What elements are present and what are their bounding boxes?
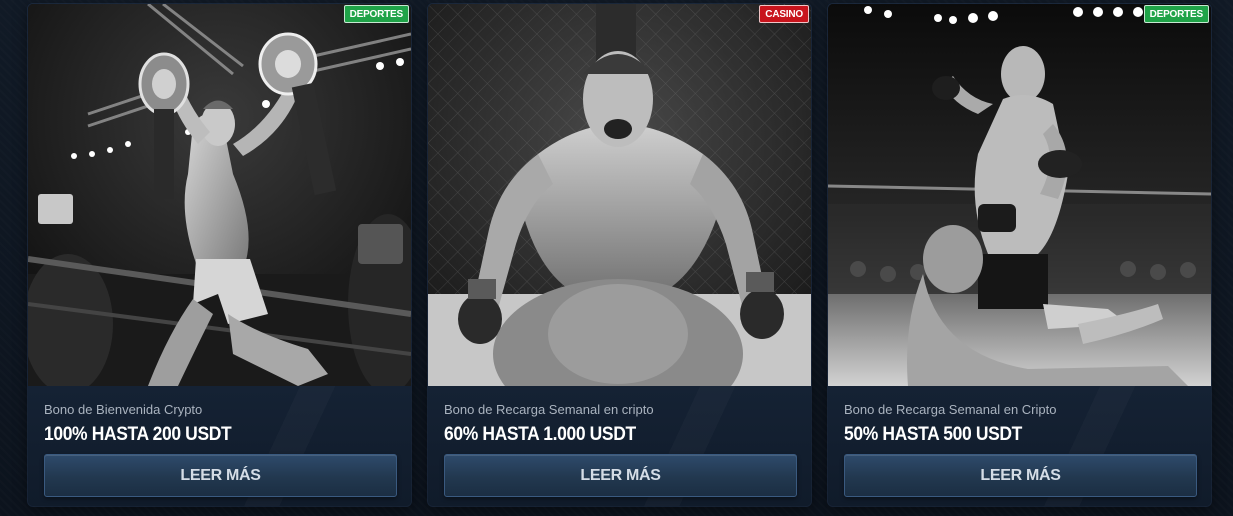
promo-subtitle: Bono de Recarga Semanal en cripto xyxy=(444,402,654,417)
promo-headline: 100% HASTA 200 USDT xyxy=(44,424,232,445)
category-badge: CASINO xyxy=(759,5,809,23)
promo-card[interactable]: CASINO Bono de Recarga Semanal en cripto… xyxy=(428,4,811,506)
promo-headline: 60% HASTA 1.000 USDT xyxy=(444,424,636,445)
promo-info: Bono de Recarga Semanal en Cripto 50% HA… xyxy=(828,386,1211,506)
read-more-button[interactable]: LEER MÁS xyxy=(844,454,1197,497)
promo-image-cage[interactable]: CASINO xyxy=(428,4,811,386)
promo-subtitle: Bono de Recarga Semanal en Cripto xyxy=(844,402,1057,417)
category-badge: DEPORTES xyxy=(1143,5,1209,23)
read-more-button[interactable]: LEER MÁS xyxy=(444,454,797,497)
read-more-button[interactable]: LEER MÁS xyxy=(44,454,397,497)
promo-info: Bono de Bienvenida Crypto 100% HASTA 200… xyxy=(28,386,411,506)
category-badge: DEPORTES xyxy=(343,5,409,23)
promotions-grid: DEPORTES Bono de Bienvenida Crypto 100% … xyxy=(0,0,1233,516)
promo-card[interactable]: DEPORTES Bono de Bienvenida Crypto 100% … xyxy=(28,4,411,506)
promo-info: Bono de Recarga Semanal en cripto 60% HA… xyxy=(428,386,811,506)
promo-headline: 50% HASTA 500 USDT xyxy=(844,424,1022,445)
promo-image-knockdown[interactable]: DEPORTES xyxy=(828,4,1211,386)
promo-image-belts[interactable]: DEPORTES xyxy=(28,4,411,386)
promo-card[interactable]: DEPORTES Bono de Recarga Semanal en Crip… xyxy=(828,4,1211,506)
promo-subtitle: Bono de Bienvenida Crypto xyxy=(44,402,203,417)
